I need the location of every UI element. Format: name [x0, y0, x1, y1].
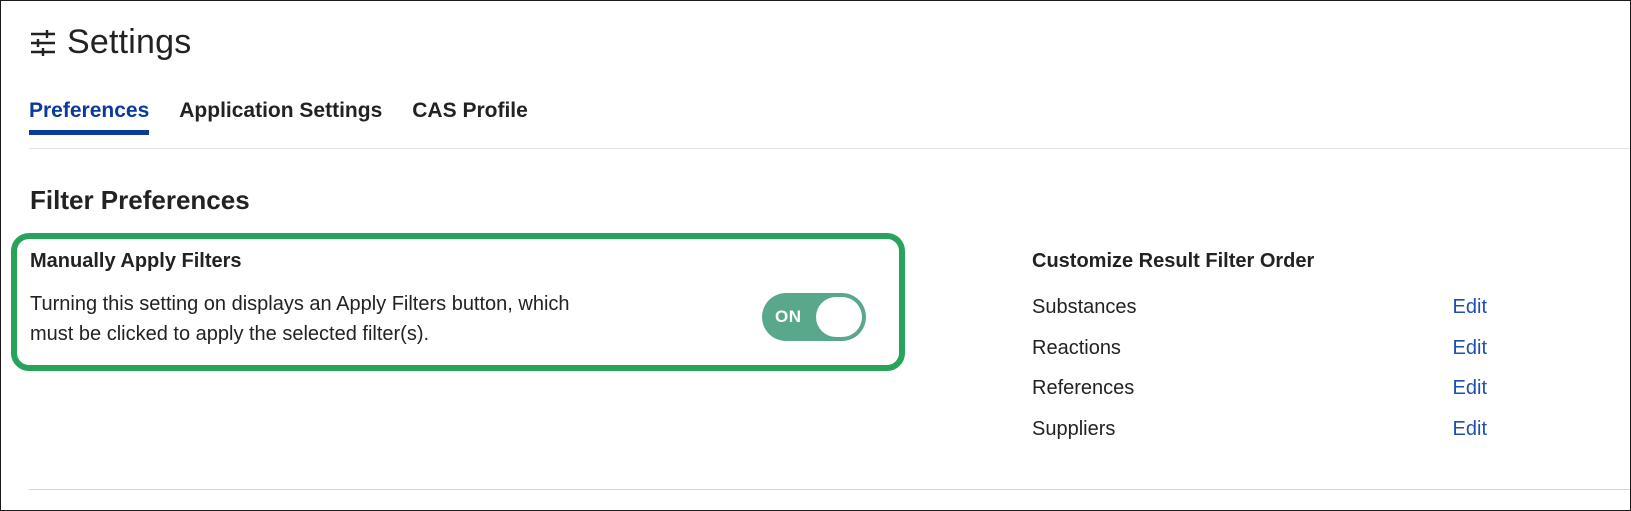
filter-order-row-reactions: Reactions Edit: [1032, 337, 1487, 378]
tab-preferences[interactable]: Preferences: [29, 99, 150, 135]
edit-references-link[interactable]: Edit: [1453, 377, 1487, 400]
toggle-state-label: ON: [775, 307, 802, 326]
filter-order-row-suppliers: Suppliers Edit: [1032, 418, 1487, 459]
filter-order-name: References: [1032, 377, 1135, 399]
filter-order-row-substances: Substances Edit: [1032, 296, 1487, 337]
sliders-icon: [29, 29, 57, 57]
bottom-divider: [29, 489, 1630, 490]
tab-application-settings[interactable]: Application Settings: [179, 99, 382, 135]
settings-page: Settings Preferences Application Setting…: [0, 0, 1631, 511]
settings-tabs: Preferences Application Settings CAS Pro…: [29, 99, 558, 135]
filter-order-name: Substances: [1032, 296, 1137, 318]
page-title: Settings: [67, 23, 192, 61]
page-header: Settings: [29, 23, 191, 62]
toggle-knob: [816, 297, 862, 337]
filter-order-name: Reactions: [1032, 336, 1121, 359]
manual-apply-description: Turning this setting on displays an Appl…: [30, 293, 570, 345]
edit-suppliers-link[interactable]: Edit: [1453, 418, 1487, 441]
edit-reactions-link[interactable]: Edit: [1453, 337, 1487, 360]
tab-divider: [29, 148, 1630, 149]
tab-cas-profile[interactable]: CAS Profile: [412, 99, 528, 135]
filter-order-name: Suppliers: [1032, 417, 1116, 440]
manual-apply-label: Manually Apply Filters: [30, 250, 242, 272]
section-title: Filter Preferences: [30, 185, 250, 215]
manual-apply-toggle[interactable]: ON: [762, 293, 866, 341]
filter-order-row-references: References Edit: [1032, 377, 1487, 418]
filter-order-list: Substances Edit Reactions Edit Reference…: [1032, 296, 1487, 458]
filter-order-title: Customize Result Filter Order: [1032, 250, 1315, 272]
edit-substances-link[interactable]: Edit: [1453, 296, 1487, 319]
